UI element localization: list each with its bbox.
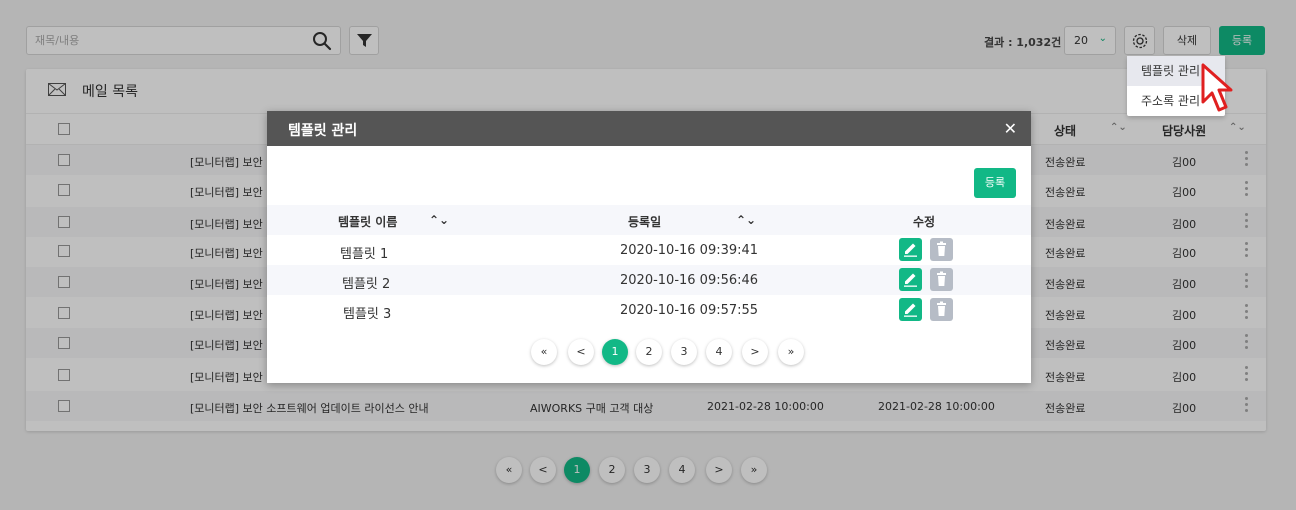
pencil-icon — [904, 273, 917, 287]
template-date: 2020-10-16 09:56:46 — [620, 273, 759, 288]
template-date: 2020-10-16 09:57:55 — [620, 303, 759, 318]
last-page-button[interactable]: » — [778, 339, 804, 365]
prev-page-button[interactable]: < — [568, 339, 594, 365]
next-page-button[interactable]: > — [742, 339, 768, 365]
name-column-header[interactable]: 템플릿 이름 — [338, 213, 397, 230]
trash-icon — [937, 301, 946, 316]
page-button[interactable]: 2 — [636, 339, 662, 365]
page-button[interactable]: 3 — [671, 339, 697, 365]
template-register-button[interactable]: 등록 — [974, 168, 1016, 198]
template-name: 템플릿 1 — [340, 247, 389, 262]
pencil-icon — [904, 243, 917, 257]
first-page-button[interactable]: « — [531, 339, 557, 365]
sort-icon[interactable]: ⌃⌄ — [736, 213, 756, 227]
mouse-cursor-icon — [1200, 62, 1234, 119]
edit-button[interactable] — [899, 298, 922, 321]
page-button[interactable]: 4 — [706, 339, 732, 365]
date-column-header[interactable]: 등록일 — [628, 213, 661, 230]
template-row[interactable]: 템플릿 1 2020-10-16 09:39:41 — [267, 235, 1031, 265]
template-row[interactable]: 템플릿 3 2020-10-16 09:57:55 — [267, 295, 1031, 325]
edit-column-header: 수정 — [913, 215, 936, 229]
delete-button[interactable] — [930, 298, 953, 321]
sort-icon[interactable]: ⌃⌄ — [429, 213, 449, 227]
modal-header: 템플릿 관리 ✕ — [267, 111, 1031, 146]
delete-button[interactable] — [930, 238, 953, 261]
template-name: 템플릿 2 — [342, 277, 391, 292]
template-date: 2020-10-16 09:39:41 — [620, 243, 759, 258]
edit-button[interactable] — [899, 238, 922, 261]
edit-button[interactable] — [899, 268, 922, 291]
close-icon[interactable]: ✕ — [1004, 119, 1017, 138]
template-manage-modal: 템플릿 관리 ✕ 등록 템플릿 이름 ⌃⌄ 등록일 ⌃⌄ 수정 템플릿 1 20… — [267, 111, 1031, 383]
delete-button[interactable] — [930, 268, 953, 291]
trash-icon — [937, 271, 946, 286]
template-row[interactable]: 템플릿 2 2020-10-16 09:56:46 — [267, 265, 1031, 295]
template-name: 템플릿 3 — [343, 307, 392, 322]
page-button[interactable]: 1 — [602, 339, 628, 365]
pencil-icon — [904, 303, 917, 317]
modal-title: 템플릿 관리 — [288, 123, 358, 139]
template-table-header: 템플릿 이름 ⌃⌄ 등록일 ⌃⌄ 수정 — [267, 205, 1031, 235]
trash-icon — [937, 241, 946, 256]
